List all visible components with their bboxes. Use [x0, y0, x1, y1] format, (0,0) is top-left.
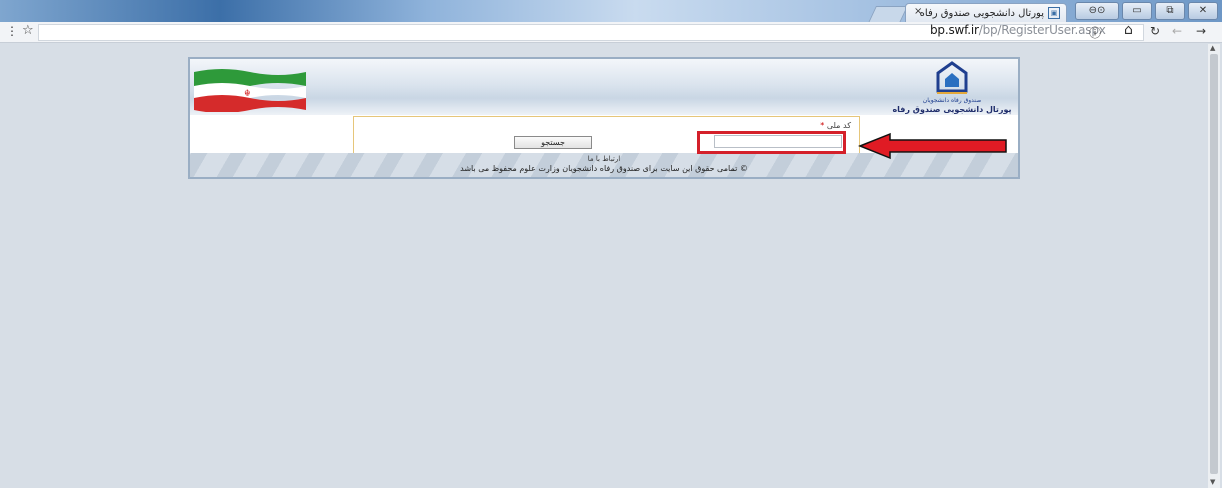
- copyright-text: © تمامی حقوق این سایت برای صندوق رفاه دا…: [460, 164, 748, 173]
- vertical-scrollbar[interactable]: ▲ ▼: [1208, 44, 1220, 488]
- scroll-thumb[interactable]: [1210, 54, 1218, 474]
- browser-titlebar: ▣ پورتال دانشجویی صندوق رفاه × ⊖⊙ ▭ ⧉ ✕: [0, 0, 1222, 23]
- browser-tab[interactable]: ▣ پورتال دانشجویی صندوق رفاه ×: [905, 3, 1067, 22]
- tab-close-icon[interactable]: ×: [914, 6, 922, 17]
- scroll-down-icon[interactable]: ▼: [1210, 478, 1215, 486]
- input-highlight-box: [697, 131, 846, 154]
- site-info-icon[interactable]: ⓘ: [1089, 24, 1101, 41]
- new-tab-button[interactable]: [868, 6, 908, 23]
- emblem-caption: صندوق رفاه دانشجویان: [922, 97, 982, 104]
- bookmark-star-icon[interactable]: ☆: [22, 23, 34, 38]
- address-url[interactable]: bp.swf.ir/bp/RegisterUser.aspx: [930, 23, 1106, 37]
- minimize-button[interactable]: ▭: [1122, 2, 1152, 20]
- portal-logo: صندوق رفاه دانشجویان پورتال دانشجویی صند…: [892, 61, 1012, 114]
- menu-icon[interactable]: ⋮: [6, 24, 18, 38]
- back-icon[interactable]: →: [1196, 24, 1206, 38]
- url-host: bp.swf.ir: [930, 23, 979, 37]
- forward-icon[interactable]: ←: [1172, 24, 1182, 38]
- iran-flag-icon: ☬: [194, 69, 306, 112]
- portal-title: پورتال دانشجویی صندوق رفاه: [892, 105, 1012, 114]
- reload-icon[interactable]: ↻: [1150, 24, 1160, 38]
- portal-frame: ☬ صندوق رفاه دانشجویان پورتال دانشجویی ص…: [188, 57, 1020, 179]
- home-icon[interactable]: ⌂: [1124, 22, 1133, 38]
- red-arrow-icon: [858, 132, 1007, 160]
- maximize-button[interactable]: ⧉: [1155, 2, 1185, 20]
- svg-text:☬: ☬: [244, 89, 250, 99]
- required-mark: *: [820, 121, 825, 130]
- close-window-button[interactable]: ✕: [1188, 2, 1218, 20]
- window-controls: ⊖⊙ ▭ ⧉ ✕: [1075, 2, 1218, 20]
- national-code-label: کد ملی *: [820, 121, 851, 130]
- url-path: /bp/RegisterUser.aspx: [978, 23, 1106, 37]
- profile-button[interactable]: ⊖⊙: [1075, 2, 1119, 20]
- portal-banner: ☬ صندوق رفاه دانشجویان پورتال دانشجویی ص…: [190, 59, 1018, 115]
- tab-title: پورتال دانشجویی صندوق رفاه: [919, 7, 1044, 19]
- page-favicon-icon: ▣: [1048, 7, 1060, 19]
- welfare-fund-emblem-icon: [936, 61, 968, 94]
- scroll-up-icon[interactable]: ▲: [1210, 44, 1215, 52]
- search-button[interactable]: جستجو: [514, 136, 592, 149]
- national-code-label-text: کد ملی: [826, 121, 851, 130]
